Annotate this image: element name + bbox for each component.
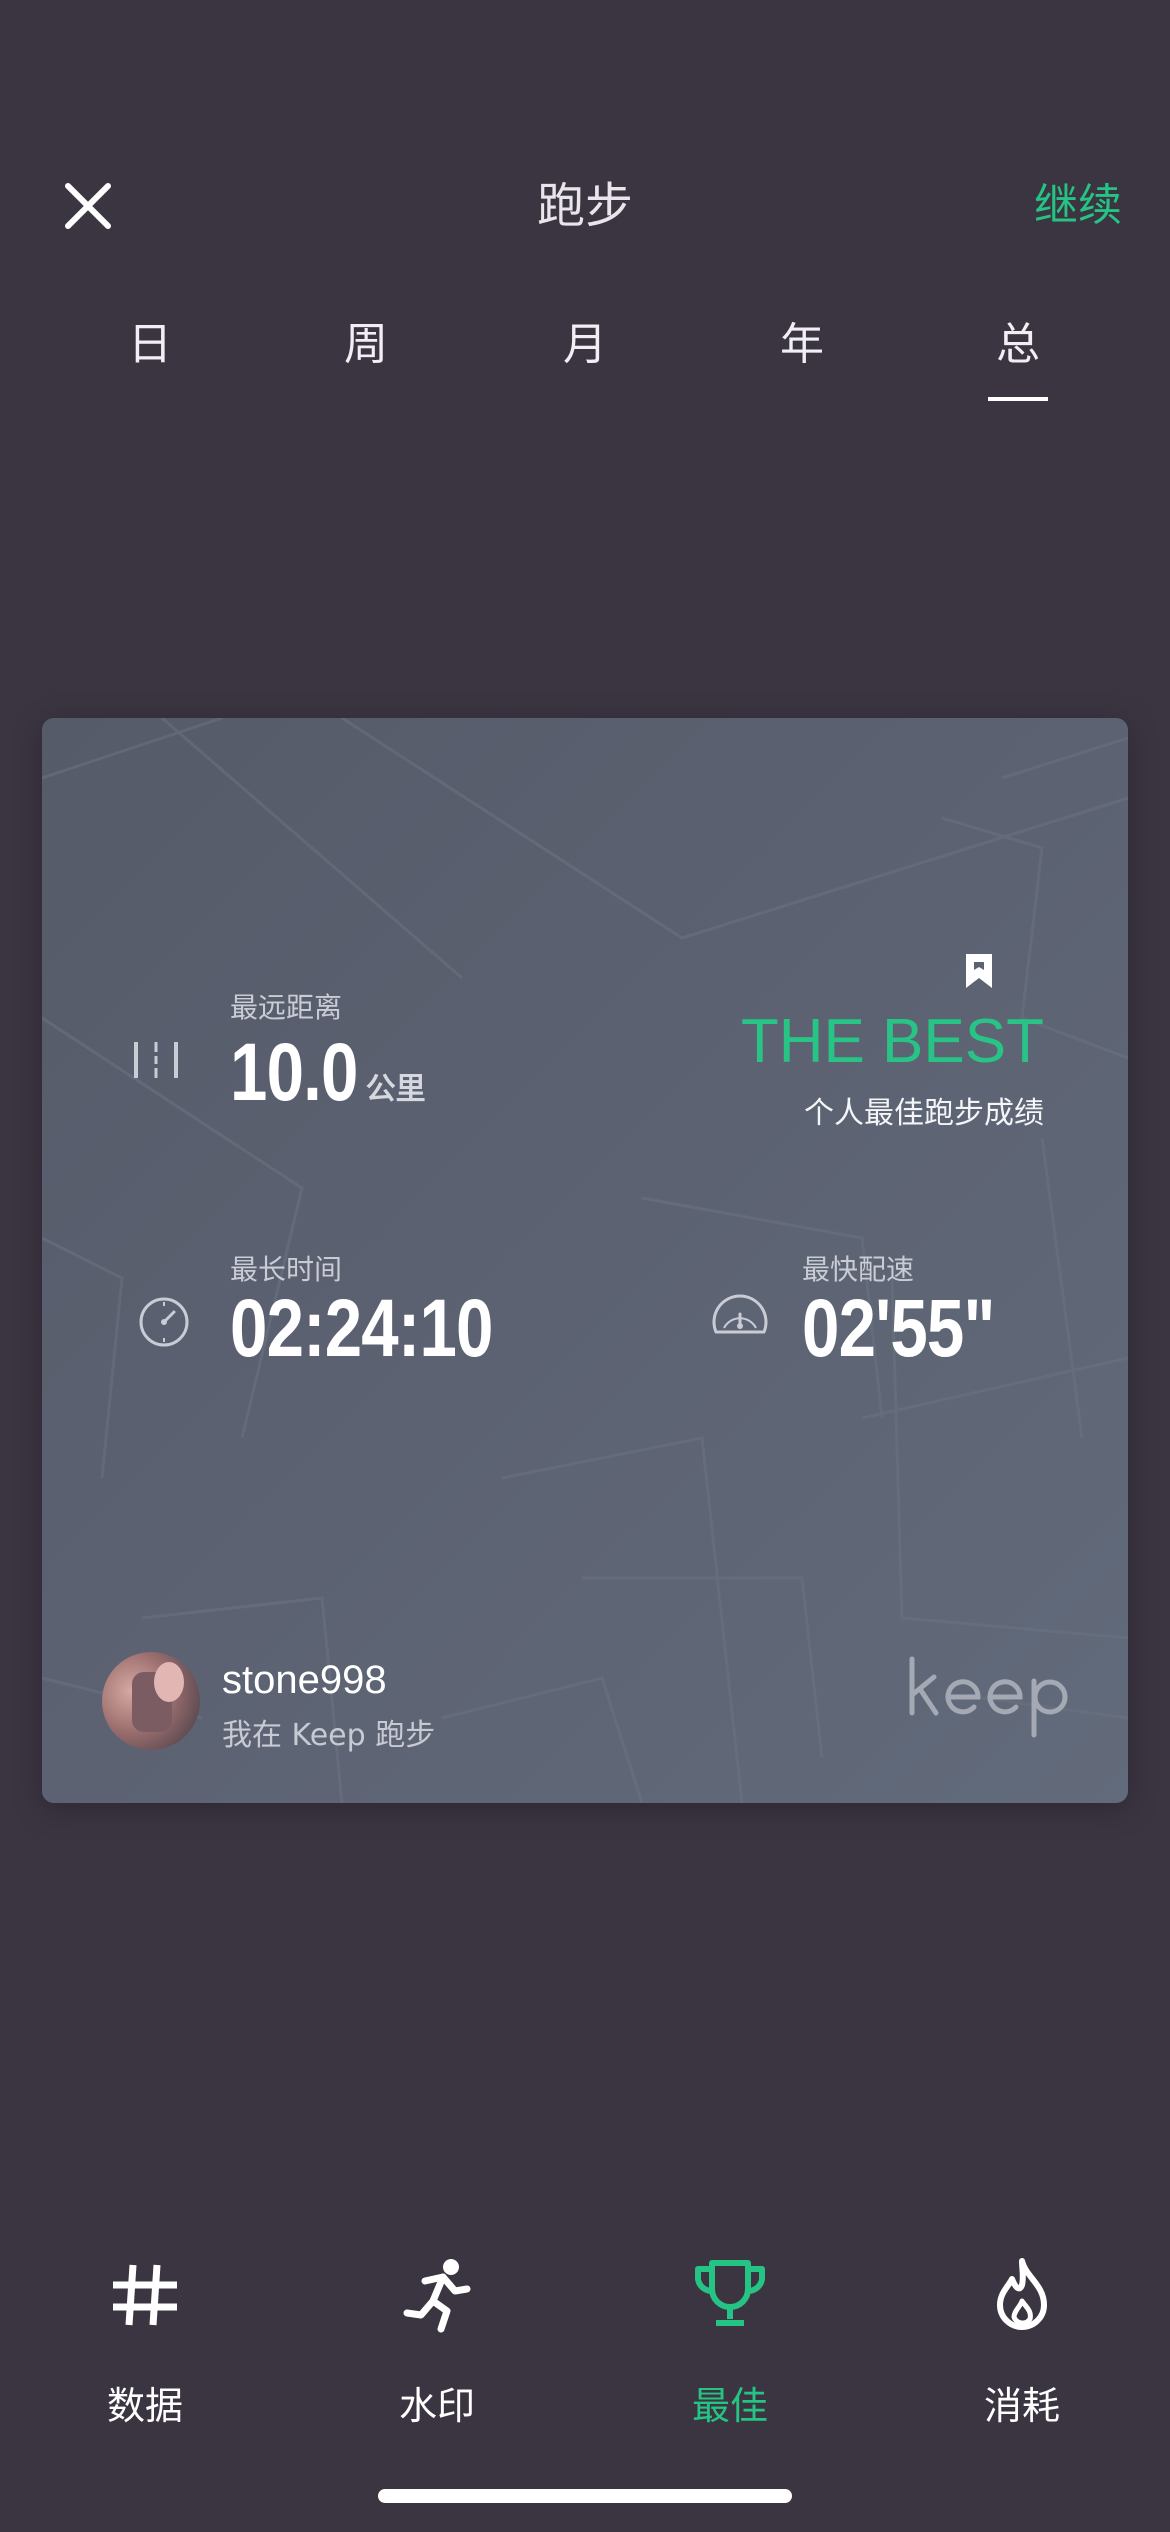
tab-year[interactable]: 年 bbox=[732, 305, 872, 395]
home-indicator[interactable] bbox=[378, 2489, 792, 2503]
nav-label-data: 数据 bbox=[106, 2384, 183, 2428]
hashtag-icon bbox=[113, 2264, 177, 2326]
map-background bbox=[42, 718, 1128, 1803]
tab-total[interactable]: 总 bbox=[948, 305, 1088, 401]
tab-label: 总 bbox=[996, 319, 1040, 370]
tab-day[interactable]: 日 bbox=[80, 305, 220, 395]
tab-underline bbox=[988, 397, 1048, 401]
runner-icon bbox=[403, 2259, 471, 2333]
tab-label: 周 bbox=[344, 319, 388, 370]
fastest-pace-label: 最快配速 bbox=[802, 1253, 915, 1286]
distance-unit: 公里 bbox=[365, 1072, 426, 1107]
avatar[interactable] bbox=[102, 1652, 200, 1750]
page-title: 跑步 bbox=[536, 178, 633, 234]
stopwatch-icon bbox=[139, 1297, 189, 1347]
longest-time-value: 02:24:10 bbox=[230, 1283, 493, 1374]
distance-icon bbox=[134, 1042, 178, 1078]
keep-logo-mark bbox=[909, 1656, 1068, 1738]
flame-icon bbox=[997, 2258, 1047, 2330]
nav-label-calories: 消耗 bbox=[983, 2384, 1060, 2428]
best-subtitle: 个人最佳跑步成绩 bbox=[804, 1096, 1044, 1131]
keep-logo bbox=[904, 1653, 1074, 1743]
nav-watermark[interactable]: 水印 bbox=[337, 2255, 537, 2428]
best-title: THE BEST bbox=[740, 1007, 1044, 1076]
period-tabs: 日 周 月 年 总 bbox=[0, 305, 1170, 405]
tab-week[interactable]: 周 bbox=[296, 305, 436, 395]
user-tagline: 我在 Keep 跑步 bbox=[222, 1718, 436, 1753]
longest-time-label: 最长时间 bbox=[230, 1253, 343, 1286]
longest-distance-value: 10.0 bbox=[230, 1027, 358, 1118]
tab-label: 月 bbox=[563, 319, 607, 370]
nav-best[interactable]: 最佳 bbox=[630, 2255, 830, 2428]
tab-label: 年 bbox=[780, 319, 824, 370]
bookmark-icon bbox=[966, 954, 992, 988]
nav-label-watermark: 水印 bbox=[398, 2384, 475, 2428]
nav-data[interactable]: 数据 bbox=[45, 2255, 245, 2428]
tab-month[interactable]: 月 bbox=[515, 305, 655, 395]
tab-label: 日 bbox=[128, 319, 172, 370]
best-record-card: 最远距离 10.0 公里 THE BEST 个人最佳跑步成绩 最长时间 02:2… bbox=[42, 718, 1128, 1803]
username: stone998 bbox=[222, 1658, 387, 1702]
fastest-pace-value: 02'55" bbox=[802, 1283, 995, 1374]
continue-button[interactable]: 继续 bbox=[1034, 170, 1122, 242]
longest-distance: 10.0 公里 bbox=[230, 1018, 426, 1118]
speedometer-icon bbox=[712, 1294, 768, 1334]
trophy-icon bbox=[695, 2260, 765, 2326]
nav-label-best: 最佳 bbox=[691, 2384, 768, 2428]
nav-calories[interactable]: 消耗 bbox=[922, 2255, 1122, 2428]
